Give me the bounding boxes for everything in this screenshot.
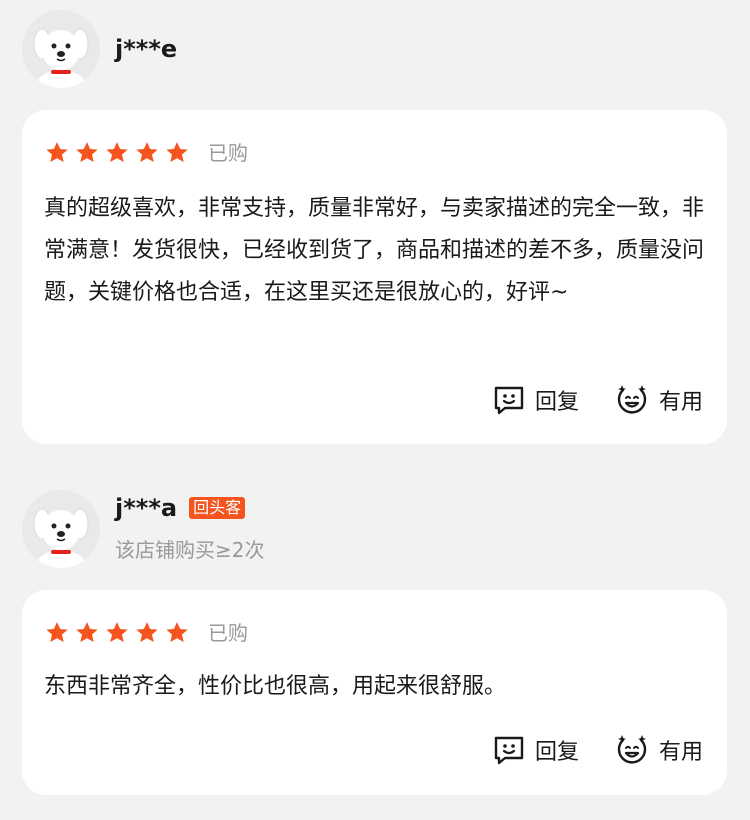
reply-button[interactable]: 回复 xyxy=(493,734,579,766)
reply-button[interactable]: 回复 xyxy=(493,384,579,416)
helpful-button[interactable]: 有用 xyxy=(615,384,703,416)
reply-label: 回复 xyxy=(534,390,579,415)
helpful-label: 有用 xyxy=(658,740,703,765)
avatar[interactable] xyxy=(22,10,100,88)
review-actions: 回复 有用 xyxy=(457,732,703,768)
review-card: 已购 真的超级喜欢，非常支持，质量非常好，与卖家描述的完全一致，非常满意！发货很… xyxy=(22,110,727,444)
speech-bubble-face-icon xyxy=(494,386,524,415)
reviewer-name: j***a 回头客 xyxy=(115,494,246,522)
helpful-label: 有用 xyxy=(658,390,703,415)
star-icon xyxy=(166,142,188,162)
star-icon xyxy=(76,142,98,162)
smiling-face-sparkle-icon xyxy=(617,385,647,414)
reply-label: 回复 xyxy=(534,740,579,765)
star-icon xyxy=(106,142,128,162)
review-card: 已购 东西非常齐全，性价比也很高，用起来很舒服。 回复 有用 xyxy=(22,590,727,795)
dog-mascot-icon xyxy=(33,28,89,88)
rating-stars: 已购 xyxy=(44,138,248,168)
star-icon xyxy=(136,622,158,642)
purchased-label: 已购 xyxy=(208,621,248,645)
star-icon xyxy=(166,622,188,642)
repeat-customer-badge: 回头客 xyxy=(189,497,246,519)
star-icon xyxy=(136,142,158,162)
star-icon xyxy=(46,142,68,162)
review-text: 真的超级喜欢，非常支持，质量非常好，与卖家描述的完全一致，非常满意！发货很快，已… xyxy=(44,196,705,305)
reviewer-name: j***e xyxy=(115,35,178,63)
smiling-face-sparkle-icon xyxy=(617,735,647,764)
dog-mascot-icon xyxy=(33,508,89,568)
star-icon xyxy=(76,622,98,642)
star-icon xyxy=(106,622,128,642)
reviewer-info: j***e xyxy=(22,10,722,90)
rating-stars: 已购 xyxy=(44,618,248,648)
helpful-button[interactable]: 有用 xyxy=(615,734,703,766)
review-text: 东西非常齐全，性价比也很高，用起来很舒服。 xyxy=(44,674,507,699)
avatar[interactable] xyxy=(22,490,100,568)
purchase-count-note: 该店铺购买≥2次 xyxy=(115,538,265,562)
reviewer-info: j***a 回头客 该店铺购买≥2次 xyxy=(22,490,722,570)
star-icon xyxy=(46,622,68,642)
purchased-label: 已购 xyxy=(208,141,248,165)
speech-bubble-face-icon xyxy=(494,736,524,765)
review-actions: 回复 有用 xyxy=(457,382,703,418)
